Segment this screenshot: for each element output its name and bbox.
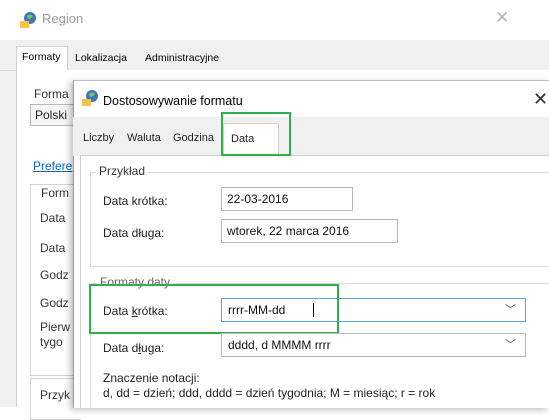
tab-formaty[interactable]: Formaty xyxy=(16,46,68,71)
example-short-date-label: Data krótka: xyxy=(103,194,168,208)
format-select-value: Polski xyxy=(35,108,68,122)
dialog-title: Dostosowywanie formatu xyxy=(103,94,243,108)
notation-description: d, dd = dzień; ddd, dddd = dzień tygodni… xyxy=(103,386,436,400)
long-time-label: Godz xyxy=(40,296,69,310)
chevron-down-icon[interactable]: ﹀ xyxy=(505,301,516,317)
example-group-legend: Przykład xyxy=(96,164,149,178)
short-date-format-highlight xyxy=(89,284,339,334)
first-day-label-line2: tygo xyxy=(40,335,63,349)
region-close-icon[interactable]: ✕ xyxy=(495,8,509,28)
tab-waluta[interactable]: Waluta xyxy=(127,128,161,150)
short-date-label: Data xyxy=(40,211,66,225)
dialog-globe-icon xyxy=(82,90,98,106)
tab-liczby[interactable]: Liczby xyxy=(83,128,114,150)
data-tab-highlight xyxy=(221,112,291,156)
long-date-format-label: Data długa: xyxy=(103,341,165,355)
group-legend: Form xyxy=(41,186,69,200)
short-time-label: Godz xyxy=(40,268,69,282)
tab-lokalizacja[interactable]: Lokalizacja xyxy=(70,48,138,70)
first-day-label-line1: Pierw xyxy=(40,320,71,334)
tab-administracyjne[interactable]: Administracyjne xyxy=(140,48,228,70)
examples-legend: Przyk xyxy=(40,388,70,402)
long-date-format-value: dddd, d MMMM rrrr xyxy=(228,338,331,352)
example-long-date-label: Data długa: xyxy=(103,226,165,240)
format-label: Forma xyxy=(34,87,69,101)
long-date-format-combobox[interactable]: dddd, d MMMM rrrr ﹀ xyxy=(221,333,526,357)
region-globe-icon xyxy=(20,12,36,28)
region-title: Region xyxy=(42,11,84,26)
example-short-date-value: 22-03-2016 xyxy=(221,187,353,211)
notation-title: Znaczenie notacji: xyxy=(103,371,200,385)
chevron-down-icon[interactable]: ﹀ xyxy=(505,336,516,352)
dialog-close-icon[interactable]: ✕ xyxy=(533,89,548,110)
example-long-date-value: wtorek, 22 marca 2016 xyxy=(221,219,398,243)
long-date-label: Data xyxy=(40,241,66,255)
tab-godzina[interactable]: Godzina xyxy=(173,128,214,150)
language-preferences-link[interactable]: Prefere xyxy=(33,159,72,173)
